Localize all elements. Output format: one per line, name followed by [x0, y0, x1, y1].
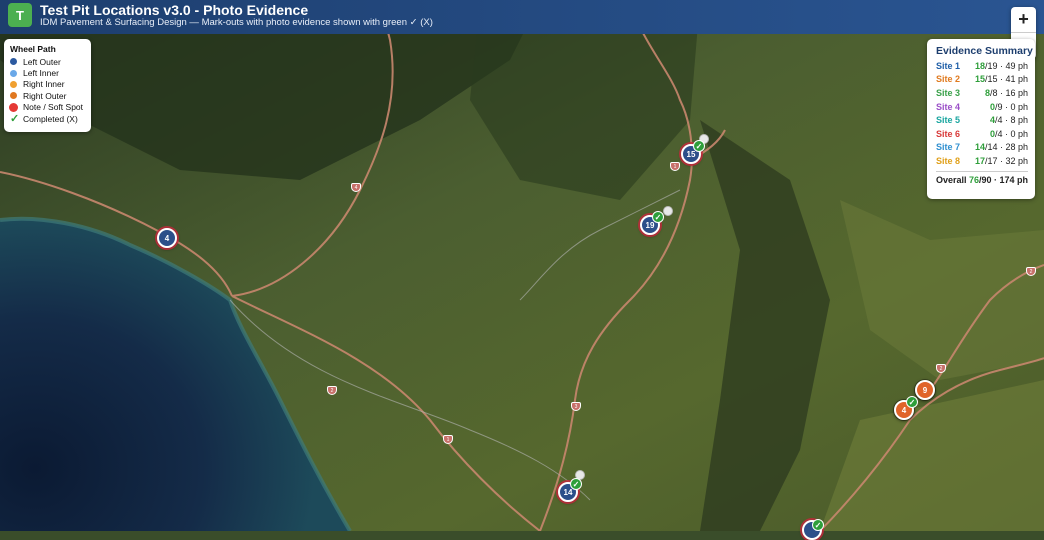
total-and-photos: /4 · 8 ph [994, 115, 1028, 126]
marker-label: 4 [901, 405, 907, 415]
completed-check-icon: ✓ [570, 478, 582, 490]
marker-label: 14 [563, 487, 573, 497]
summary-divider [936, 170, 1028, 172]
total-and-photos: /17 · 32 ph [984, 155, 1028, 166]
marker-label: 4 [164, 233, 170, 243]
site-name: Site 7 [936, 142, 961, 153]
done-count: 14 [974, 142, 985, 153]
legend-item-label: Left Inner [23, 68, 59, 79]
page-title: Test Pit Locations v3.0 - Photo Evidence [40, 2, 309, 18]
legend-title: Wheel Path [10, 44, 56, 54]
soft-spot-dot-icon [9, 102, 18, 112]
site-name: Site 2 [936, 74, 961, 85]
overall-row: Overall 76/90 · 174 ph [936, 175, 1028, 185]
completed-check-icon: ✓ [906, 396, 918, 408]
total-and-photos: /19 · 49 ph [984, 60, 1028, 71]
legend-item: Left Outer [10, 56, 85, 67]
completed-check-icon: ✓ [693, 140, 705, 152]
legend-item: Note / Soft Spot [9, 102, 85, 113]
total-and-photos: /8 · 16 ph [989, 87, 1028, 98]
legend-item: ✓ Completed (X) [10, 113, 85, 126]
done-count: 18 [974, 60, 985, 71]
overall-label: Overall [936, 174, 967, 185]
site-marker[interactable]: 4 [157, 228, 177, 248]
summary-row: Site 6 0/4 · 0 ph [936, 127, 1028, 141]
summary-row: Site 8 17/17 · 32 ph [936, 154, 1028, 168]
completed-check-icon: ✓ [812, 519, 824, 531]
satellite-map[interactable] [0, 0, 1044, 531]
evidence-summary-panel: Evidence Summary Site 1 18/19 · 49 ph Sit… [927, 39, 1035, 199]
total-and-photos: /14 · 28 ph [984, 142, 1028, 153]
total-and-photos: /15 · 41 ph [984, 74, 1028, 85]
check-icon: ✓ [10, 113, 20, 126]
site-stats: 14/14 · 28 ph [975, 142, 1028, 152]
page-subtitle: IDM Pavement & Surfacing Design — Mark-o… [40, 17, 433, 28]
legend-item-label: Right Inner [23, 79, 65, 90]
site-stats: 17/17 · 32 ph [975, 156, 1028, 166]
summary-row: Site 7 14/14 · 28 ph [936, 141, 1028, 155]
marker-label: 15 [686, 149, 696, 159]
summary-row: Site 3 8/8 · 16 ph [936, 86, 1028, 100]
summary-title: Evidence Summary [936, 45, 1033, 57]
total-and-photos: /4 · 0 ph [994, 128, 1028, 139]
site-stats: 18/19 · 49 ph [975, 61, 1028, 71]
site-name: Site 3 [936, 87, 961, 98]
site-name: Site 8 [936, 155, 961, 166]
total-and-photos: /90 · 174 ph [978, 174, 1028, 185]
done-count: 17 [974, 155, 985, 166]
zoom-in-button[interactable]: + [1011, 7, 1036, 33]
summary-row: Site 1 18/19 · 49 ph [936, 59, 1028, 73]
site-name: Site 6 [936, 128, 961, 139]
legend-item: Left Inner [10, 67, 85, 78]
legend-item-label: Note / Soft Spot [23, 102, 84, 113]
summary-row: Site 4 0/9 · 0 ph [936, 100, 1028, 114]
legend-item: Right Inner [10, 79, 85, 90]
left-outer-dot-icon [10, 58, 17, 66]
total-and-photos: /9 · 0 ph [994, 101, 1028, 112]
summary-row: Site 2 15/15 · 41 ph [936, 73, 1028, 87]
site-name: Site 5 [936, 115, 961, 126]
site-stats: 0/4 · 0 ph [990, 129, 1028, 139]
marker-label: 9 [922, 385, 928, 395]
done-count: 76 [968, 174, 979, 185]
app-header: T Test Pit Locations v3.0 - Photo Eviden… [0, 0, 1044, 34]
right-inner-dot-icon [10, 80, 17, 88]
site-stats: 8/8 · 16 ph [985, 88, 1028, 98]
overall-stats: 76/90 · 174 ph [969, 175, 1028, 185]
marker-label: 19 [645, 220, 655, 230]
legend-item-label: Completed (X) [23, 113, 78, 124]
legend-item-label: Right Outer [23, 90, 67, 101]
app-logo: T [8, 3, 32, 27]
photo-pin[interactable] [663, 206, 673, 216]
site-stats: 15/15 · 41 ph [975, 74, 1028, 84]
legend-item: Right Outer [10, 90, 85, 101]
summary-row: Site 5 4/4 · 8 ph [936, 113, 1028, 127]
done-count: 15 [974, 74, 985, 85]
left-inner-dot-icon [10, 69, 17, 77]
site-stats: 4/4 · 8 ph [990, 115, 1028, 125]
right-outer-dot-icon [10, 92, 17, 100]
site-name: Site 1 [936, 60, 961, 71]
site-marker[interactable]: 9 [915, 380, 935, 400]
completed-check-icon: ✓ [652, 211, 664, 223]
legend-item-label: Left Outer [23, 56, 61, 67]
site-stats: 0/9 · 0 ph [990, 102, 1028, 112]
wheel-path-legend: Wheel Path Left Outer Left Inner Right I… [4, 39, 91, 132]
site-name: Site 4 [936, 101, 961, 112]
